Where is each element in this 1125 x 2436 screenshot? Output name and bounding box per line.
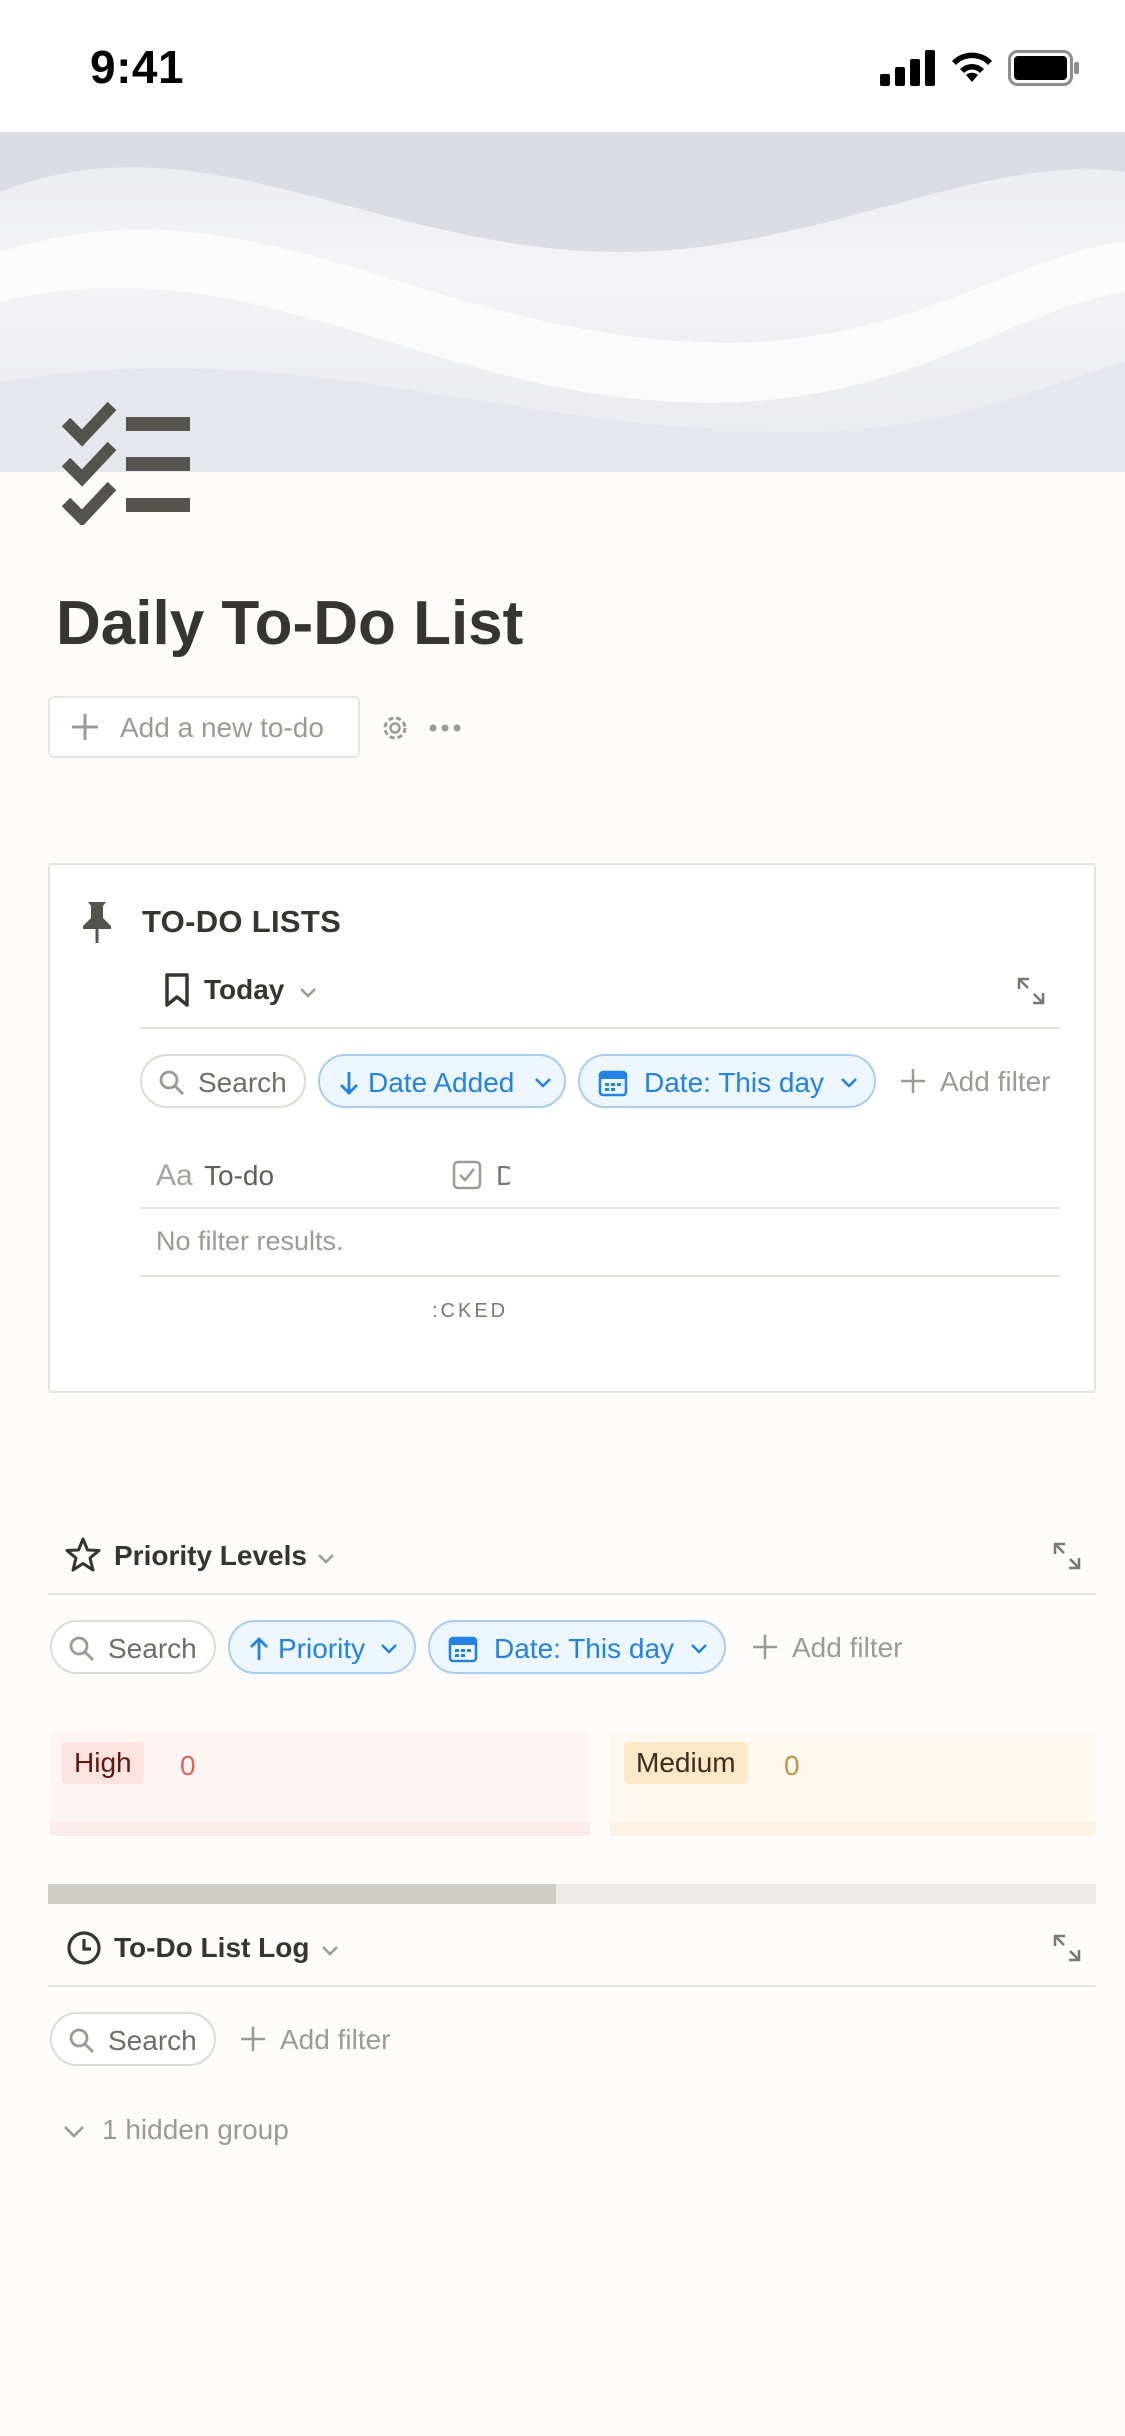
search-label: Search bbox=[108, 2025, 197, 2056]
view-tab-priority-levels[interactable]: Priority Levels bbox=[64, 1536, 354, 1576]
column-header-done[interactable]: D bbox=[496, 1160, 510, 1192]
pin-icon bbox=[83, 902, 111, 943]
sort-label: Date Added bbox=[368, 1067, 515, 1098]
plus-icon bbox=[901, 1069, 925, 1093]
gear-icon[interactable] bbox=[380, 713, 410, 743]
search-filter-button[interactable]: Search bbox=[140, 1054, 306, 1108]
divider bbox=[140, 1275, 1060, 1277]
chevron-down-icon bbox=[841, 1078, 857, 1088]
add-filter-button[interactable]: Add filter bbox=[750, 1630, 920, 1664]
column-header-todo[interactable]: To-do bbox=[204, 1160, 274, 1192]
calendar-icon bbox=[448, 1636, 478, 1663]
add-todo-button[interactable]: Add a new to-do bbox=[48, 696, 360, 758]
search-icon bbox=[69, 1636, 94, 1661]
checkbox-property-icon bbox=[452, 1160, 482, 1190]
search-icon bbox=[159, 1070, 184, 1095]
chevron-down-icon bbox=[64, 2126, 84, 2138]
scrollbar-thumb[interactable] bbox=[48, 1884, 556, 1904]
bookmark-icon bbox=[165, 973, 189, 1007]
expand-icon[interactable] bbox=[1052, 1933, 1082, 1963]
date-filter-button[interactable]: Date: This day bbox=[578, 1054, 876, 1108]
plus-icon bbox=[753, 1635, 777, 1659]
sort-label: Priority bbox=[278, 1633, 366, 1664]
sort-date-added-button[interactable]: Date Added bbox=[318, 1054, 566, 1108]
plus-icon bbox=[241, 2027, 265, 2051]
checked-count-label: :CKED bbox=[432, 1300, 509, 1322]
todo-lists-callout bbox=[48, 863, 1096, 1393]
hidden-groups-label: 1 hidden group bbox=[102, 2114, 289, 2145]
page-title: Daily To-Do List bbox=[56, 589, 524, 658]
chevron-down-icon bbox=[381, 1644, 397, 1654]
todo-lists-title: TO-DO LISTS bbox=[142, 904, 342, 939]
add-filter-label: Add filter bbox=[280, 2024, 391, 2055]
add-filter-label: Add filter bbox=[792, 1632, 903, 1663]
date-filter-label: Date: This day bbox=[494, 1633, 675, 1664]
clock-icon bbox=[67, 1931, 101, 1965]
status-bar: 9:41 bbox=[0, 0, 1125, 132]
signal-icon bbox=[880, 50, 935, 86]
date-filter-button[interactable]: Date: This day bbox=[428, 1620, 726, 1674]
board-card-high[interactable] bbox=[50, 1822, 590, 1836]
chevron-down-icon bbox=[535, 1078, 551, 1088]
empty-state-text: No filter results. bbox=[156, 1226, 344, 1256]
title-property-icon: Aa bbox=[156, 1159, 193, 1192]
group-count-medium: 0 bbox=[784, 1750, 800, 1781]
divider bbox=[48, 1593, 1096, 1595]
checklist-icon[interactable] bbox=[60, 400, 200, 525]
chevron-down-icon bbox=[691, 1644, 707, 1654]
date-filter-label: Date: This day bbox=[644, 1067, 825, 1098]
search-label: Search bbox=[108, 1633, 197, 1664]
priority-tag-high: High bbox=[62, 1742, 144, 1784]
view-name-priority: Priority Levels bbox=[114, 1540, 307, 1571]
chevron-down-icon bbox=[318, 1554, 334, 1564]
view-tab-today[interactable]: Today bbox=[158, 972, 328, 1012]
calendar-icon bbox=[598, 1070, 628, 1097]
divider bbox=[140, 1207, 1060, 1209]
add-filter-button[interactable]: Add filter bbox=[238, 2022, 408, 2056]
search-filter-button[interactable]: Search bbox=[50, 2012, 216, 2066]
star-icon bbox=[65, 1537, 101, 1572]
priority-tag-medium: Medium bbox=[624, 1742, 748, 1784]
view-name-log: To-Do List Log bbox=[114, 1932, 310, 1963]
wifi-icon bbox=[952, 52, 992, 82]
add-todo-label: Add a new to-do bbox=[120, 712, 324, 743]
status-time: 9:41 bbox=[90, 41, 185, 93]
expand-icon[interactable] bbox=[1052, 1541, 1082, 1571]
search-filter-button[interactable]: Search bbox=[50, 1620, 216, 1674]
chevron-down-icon bbox=[322, 1946, 338, 1956]
add-filter-button[interactable]: Add filter bbox=[898, 1064, 1068, 1098]
search-icon bbox=[69, 2028, 94, 2053]
chevron-down-icon bbox=[300, 988, 316, 998]
arrow-up-icon bbox=[250, 1637, 268, 1660]
hidden-groups-toggle[interactable]: 1 hidden group bbox=[60, 2112, 320, 2148]
add-filter-label: Add filter bbox=[940, 1066, 1051, 1097]
more-options-icon[interactable] bbox=[428, 716, 462, 740]
arrow-down-icon bbox=[340, 1072, 358, 1095]
expand-icon[interactable] bbox=[1016, 976, 1046, 1006]
view-name-today: Today bbox=[204, 974, 285, 1005]
divider bbox=[140, 1027, 1060, 1029]
search-label: Search bbox=[198, 1067, 287, 1098]
plus-icon bbox=[72, 714, 98, 740]
view-tab-todo-list-log[interactable]: To-Do List Log bbox=[66, 1928, 366, 1968]
board-card-medium[interactable] bbox=[610, 1822, 1096, 1836]
sort-priority-button[interactable]: Priority bbox=[228, 1620, 416, 1674]
divider bbox=[48, 1985, 1096, 1987]
group-count-high: 0 bbox=[180, 1750, 196, 1781]
battery-icon bbox=[1008, 50, 1079, 86]
